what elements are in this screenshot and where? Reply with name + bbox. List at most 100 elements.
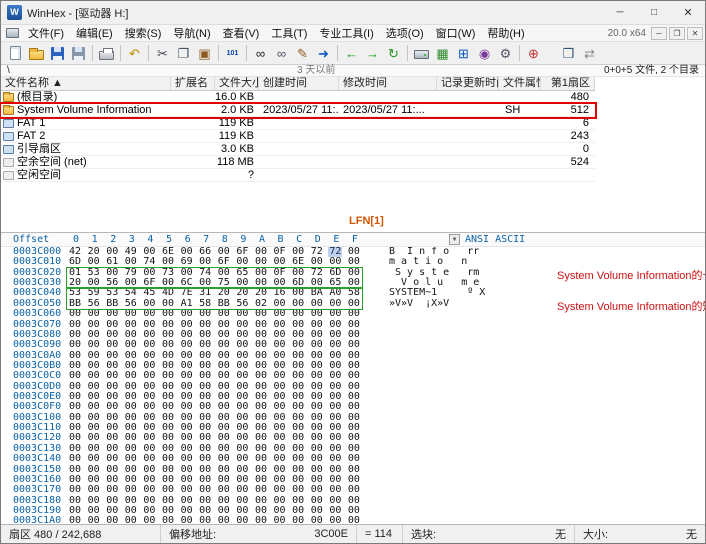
copy-icon[interactable]: ❐ bbox=[173, 44, 194, 63]
save-icon[interactable] bbox=[47, 44, 68, 63]
hex-byte[interactable]: 00 bbox=[236, 309, 255, 319]
hex-byte[interactable]: 00 bbox=[274, 516, 293, 524]
column-header-2[interactable]: 文件大小 bbox=[215, 77, 259, 90]
hex-byte[interactable]: 00 bbox=[348, 516, 367, 524]
ram-editor-icon[interactable]: ▦ bbox=[432, 44, 453, 63]
hex-byte[interactable]: 00 bbox=[143, 516, 162, 524]
hex-byte[interactable]: 00 bbox=[125, 516, 144, 524]
hex-byte[interactable]: 00 bbox=[106, 309, 125, 319]
file-row[interactable]: 空闲空间? bbox=[1, 169, 595, 182]
hex-byte[interactable]: 00 bbox=[199, 516, 218, 524]
hex-byte[interactable]: 00 bbox=[106, 516, 125, 524]
forward-icon[interactable]: → bbox=[362, 44, 383, 63]
open-disk-icon[interactable] bbox=[411, 44, 432, 63]
status-size: 大小: 无 bbox=[575, 525, 705, 543]
hex-row[interactable]: 0003C1A000000000000000000000000000000000 bbox=[1, 516, 705, 524]
file-row[interactable]: FAT 1119 KB6 bbox=[1, 117, 595, 130]
encoding-dropdown-icon[interactable]: ▼ bbox=[449, 234, 460, 245]
encoding-header[interactable]: ANSI ASCII bbox=[465, 233, 525, 246]
menu-item-1[interactable]: 编辑(E) bbox=[70, 28, 119, 40]
byte-column-header-7: 7 bbox=[199, 233, 218, 246]
column-header-4[interactable]: 修改时间 bbox=[339, 77, 437, 90]
offset-column-header[interactable]: Offset bbox=[1, 233, 69, 246]
hex-byte[interactable]: 00 bbox=[218, 516, 237, 524]
hex-byte[interactable]: 00 bbox=[162, 516, 181, 524]
hex-byte[interactable]: 00 bbox=[348, 309, 367, 319]
file-row[interactable]: System Volume Information2.0 KB2023/05/2… bbox=[1, 104, 595, 117]
menu-item-2[interactable]: 搜索(S) bbox=[119, 28, 168, 40]
hex-byte[interactable]: 00 bbox=[255, 309, 274, 319]
hex-byte[interactable]: 00 bbox=[143, 309, 162, 319]
open-file-icon[interactable] bbox=[26, 44, 47, 63]
hex-byte[interactable]: 00 bbox=[329, 309, 348, 319]
column-header-6[interactable]: 文件属性 bbox=[499, 77, 541, 90]
menu-item-3[interactable]: 导航(N) bbox=[167, 28, 216, 40]
calculator-icon[interactable]: ⊞ bbox=[453, 44, 474, 63]
hex-byte[interactable]: 00 bbox=[181, 516, 200, 524]
file-row[interactable]: FAT 2119 KB243 bbox=[1, 130, 595, 143]
goto-offset-icon[interactable]: ➜ bbox=[313, 44, 334, 63]
maximize-icon[interactable]: □ bbox=[637, 1, 671, 24]
hex-byte[interactable]: 00 bbox=[236, 516, 255, 524]
binary-view-icon[interactable]: 101 bbox=[222, 44, 243, 63]
hex-byte[interactable]: 00 bbox=[274, 309, 293, 319]
file-row[interactable]: (根目录)16.0 KB480 bbox=[1, 91, 595, 104]
window-tile-icon[interactable]: ❒ bbox=[558, 44, 579, 63]
file-row[interactable]: 引导扇区3.0 KB0 bbox=[1, 143, 595, 156]
menu-item-0[interactable]: 文件(F) bbox=[22, 28, 70, 40]
cell-updated bbox=[437, 117, 499, 129]
hex-byte[interactable]: 00 bbox=[88, 516, 107, 524]
hex-byte[interactable]: 00 bbox=[218, 309, 237, 319]
hex-byte[interactable]: 00 bbox=[329, 516, 348, 524]
cut-icon[interactable]: ✂ bbox=[152, 44, 173, 63]
help-lifebuoy-icon[interactable]: ⊕ bbox=[523, 44, 544, 63]
column-header-0[interactable]: 文件名称 ▲ bbox=[1, 77, 171, 90]
current-path[interactable]: \ bbox=[1, 65, 10, 76]
hex-search-binoculars-icon[interactable]: ∞ bbox=[271, 44, 292, 63]
column-header-3[interactable]: 创建时间 bbox=[259, 77, 339, 90]
mdi-minimize-icon[interactable]: ─ bbox=[651, 27, 667, 40]
hex-byte[interactable]: 00 bbox=[69, 309, 88, 319]
sync-icon[interactable]: ⇄ bbox=[579, 44, 600, 63]
menu-item-9[interactable]: 帮助(H) bbox=[481, 28, 530, 40]
paste-icon[interactable]: ▣ bbox=[194, 44, 215, 63]
menu-item-7[interactable]: 选项(O) bbox=[380, 28, 430, 40]
hex-row[interactable]: 0003C14000000000000000000000000000000000 bbox=[1, 454, 705, 464]
menu-item-8[interactable]: 窗口(W) bbox=[430, 28, 482, 40]
hex-byte[interactable]: 00 bbox=[311, 516, 330, 524]
menu-item-5[interactable]: 工具(T) bbox=[265, 28, 313, 40]
hex-row[interactable]: 0003C06000000000000000000000000000000000 bbox=[1, 309, 705, 319]
tools-gear-icon[interactable]: ⚙ bbox=[495, 44, 516, 63]
hex-byte[interactable]: 00 bbox=[162, 309, 181, 319]
hex-byte[interactable]: 00 bbox=[292, 516, 311, 524]
hex-byte[interactable]: 00 bbox=[311, 309, 330, 319]
byte-column-header-5: 5 bbox=[162, 233, 181, 246]
mdi-close-icon[interactable]: ✕ bbox=[687, 27, 703, 40]
menu-item-4[interactable]: 查看(V) bbox=[217, 28, 266, 40]
menu-item-6[interactable]: 专业工具(I) bbox=[313, 28, 379, 40]
file-row[interactable]: 空余空间 (net)118 MB524 bbox=[1, 156, 595, 169]
new-file-icon[interactable] bbox=[5, 44, 26, 63]
column-header-5[interactable]: 记录更新时间 bbox=[437, 77, 499, 90]
hex-byte[interactable]: 00 bbox=[255, 516, 274, 524]
hex-byte[interactable]: 00 bbox=[181, 309, 200, 319]
minimize-icon[interactable]: ─ bbox=[603, 1, 637, 24]
camera-icon[interactable]: ◉ bbox=[474, 44, 495, 63]
mdi-restore-icon[interactable]: ❐ bbox=[669, 27, 685, 40]
save-as-icon[interactable] bbox=[68, 44, 89, 63]
refresh-icon[interactable]: ↻ bbox=[383, 44, 404, 63]
hex-ascii-text[interactable]: »V»V ¡X»V bbox=[389, 299, 485, 309]
hex-byte[interactable]: 00 bbox=[292, 309, 311, 319]
undo-icon[interactable]: ↶ bbox=[124, 44, 145, 63]
hex-byte[interactable]: 00 bbox=[88, 309, 107, 319]
search-binoculars-icon[interactable]: ∞ bbox=[250, 44, 271, 63]
hex-byte[interactable]: 00 bbox=[125, 309, 144, 319]
replace-icon[interactable]: ✎ bbox=[292, 44, 313, 63]
close-icon[interactable]: ✕ bbox=[671, 1, 705, 24]
hex-byte[interactable]: 00 bbox=[69, 516, 88, 524]
hex-byte[interactable]: 00 bbox=[199, 309, 218, 319]
print-icon[interactable] bbox=[96, 44, 117, 63]
column-header-1[interactable]: 扩展名 bbox=[171, 77, 215, 90]
back-icon[interactable]: ← bbox=[341, 44, 362, 63]
column-header-7[interactable]: 第1扇区 bbox=[541, 77, 595, 90]
